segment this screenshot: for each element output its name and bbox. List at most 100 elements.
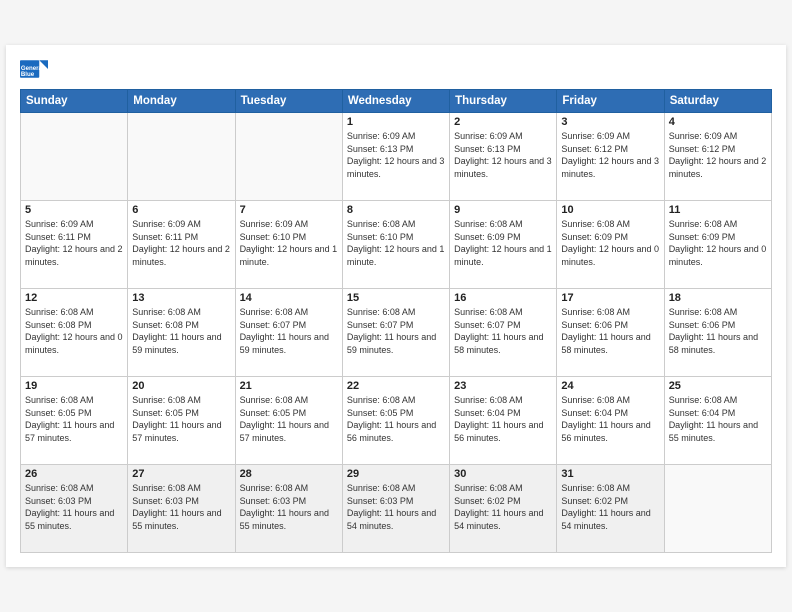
calendar-cell: 17 Sunrise: 6:08 AM Sunset: 6:06 PM Dayli… [557, 289, 664, 377]
calendar-cell: 5 Sunrise: 6:09 AM Sunset: 6:11 PM Daylig… [21, 201, 128, 289]
calendar-cell: 22 Sunrise: 6:08 AM Sunset: 6:05 PM Dayli… [342, 377, 449, 465]
calendar-container: General Blue SundayMondayTuesdayWednesda… [6, 45, 786, 567]
day-number: 30 [454, 468, 552, 480]
day-number: 29 [347, 468, 445, 480]
day-info: Sunrise: 6:08 AM Sunset: 6:03 PM Dayligh… [132, 482, 230, 532]
day-info: Sunrise: 6:08 AM Sunset: 6:03 PM Dayligh… [25, 482, 123, 532]
day-number: 5 [25, 204, 123, 216]
day-number: 19 [25, 380, 123, 392]
calendar-cell: 27 Sunrise: 6:08 AM Sunset: 6:03 PM Dayli… [128, 465, 235, 553]
day-number: 31 [561, 468, 659, 480]
day-info: Sunrise: 6:09 AM Sunset: 6:13 PM Dayligh… [347, 130, 445, 180]
day-number: 10 [561, 204, 659, 216]
day-info: Sunrise: 6:08 AM Sunset: 6:04 PM Dayligh… [454, 394, 552, 444]
weekday-header: Friday [557, 90, 664, 113]
day-number: 25 [669, 380, 767, 392]
day-info: Sunrise: 6:08 AM Sunset: 6:08 PM Dayligh… [132, 306, 230, 356]
calendar-cell: 2 Sunrise: 6:09 AM Sunset: 6:13 PM Daylig… [450, 113, 557, 201]
calendar-cell: 26 Sunrise: 6:08 AM Sunset: 6:03 PM Dayli… [21, 465, 128, 553]
day-info: Sunrise: 6:08 AM Sunset: 6:06 PM Dayligh… [669, 306, 767, 356]
calendar-cell: 12Sunrise: 6:08 AM Sunset: 6:08 PM Dayli… [21, 289, 128, 377]
calendar-cell: 30Sunrise: 6:08 AM Sunset: 6:02 PM Dayli… [450, 465, 557, 553]
calendar-cell: 6 Sunrise: 6:09 AM Sunset: 6:11 PM Daylig… [128, 201, 235, 289]
calendar-header: General Blue [20, 55, 772, 83]
day-number: 16 [454, 292, 552, 304]
day-info: Sunrise: 6:08 AM Sunset: 6:07 PM Dayligh… [454, 306, 552, 356]
calendar-cell: 20 Sunrise: 6:08 AM Sunset: 6:05 PM Dayli… [128, 377, 235, 465]
calendar-cell [235, 113, 342, 201]
day-number: 27 [132, 468, 230, 480]
calendar-cell: 4 Sunrise: 6:09 AM Sunset: 6:12 PM Daylig… [664, 113, 771, 201]
day-info: Sunrise: 6:08 AM Sunset: 6:03 PM Dayligh… [347, 482, 445, 532]
day-info: Sunrise: 6:09 AM Sunset: 6:13 PM Dayligh… [454, 130, 552, 180]
calendar-cell [664, 465, 771, 553]
calendar-cell: 11Sunrise: 6:08 AM Sunset: 6:09 PM Dayli… [664, 201, 771, 289]
day-info: Sunrise: 6:08 AM Sunset: 6:08 PM Dayligh… [25, 306, 123, 356]
calendar-cell [128, 113, 235, 201]
calendar-cell: 7 Sunrise: 6:09 AM Sunset: 6:10 PM Daylig… [235, 201, 342, 289]
weekday-header: Tuesday [235, 90, 342, 113]
calendar-cell: 29 Sunrise: 6:08 AM Sunset: 6:03 PM Dayli… [342, 465, 449, 553]
calendar-cell: 14 Sunrise: 6:08 AM Sunset: 6:07 PM Dayli… [235, 289, 342, 377]
day-number: 20 [132, 380, 230, 392]
day-number: 28 [240, 468, 338, 480]
day-number: 4 [669, 116, 767, 128]
svg-text:Blue: Blue [21, 71, 35, 78]
day-number: 15 [347, 292, 445, 304]
calendar-cell: 23 Sunrise: 6:08 AM Sunset: 6:04 PM Dayli… [450, 377, 557, 465]
calendar-cell: 1 Sunrise: 6:09 AM Sunset: 6:13 PM Daylig… [342, 113, 449, 201]
day-info: Sunrise: 6:09 AM Sunset: 6:12 PM Dayligh… [561, 130, 659, 180]
day-info: Sunrise: 6:08 AM Sunset: 6:05 PM Dayligh… [240, 394, 338, 444]
day-info: Sunrise: 6:09 AM Sunset: 6:12 PM Dayligh… [669, 130, 767, 180]
calendar-cell: 18Sunrise: 6:08 AM Sunset: 6:06 PM Dayli… [664, 289, 771, 377]
logo-icon: General Blue [20, 55, 48, 83]
day-number: 14 [240, 292, 338, 304]
day-number: 3 [561, 116, 659, 128]
day-info: Sunrise: 6:08 AM Sunset: 6:09 PM Dayligh… [669, 218, 767, 268]
day-info: Sunrise: 6:08 AM Sunset: 6:04 PM Dayligh… [669, 394, 767, 444]
day-info: Sunrise: 6:08 AM Sunset: 6:07 PM Dayligh… [347, 306, 445, 356]
day-number: 13 [132, 292, 230, 304]
day-number: 9 [454, 204, 552, 216]
day-number: 26 [25, 468, 123, 480]
day-number: 7 [240, 204, 338, 216]
calendar-cell: 31 Sunrise: 6:08 AM Sunset: 6:02 PM Dayli… [557, 465, 664, 553]
day-number: 22 [347, 380, 445, 392]
day-info: Sunrise: 6:08 AM Sunset: 6:09 PM Dayligh… [454, 218, 552, 268]
day-number: 23 [454, 380, 552, 392]
day-info: Sunrise: 6:08 AM Sunset: 6:05 PM Dayligh… [25, 394, 123, 444]
day-number: 6 [132, 204, 230, 216]
day-info: Sunrise: 6:09 AM Sunset: 6:10 PM Dayligh… [240, 218, 338, 268]
calendar-cell: 24 Sunrise: 6:08 AM Sunset: 6:04 PM Dayli… [557, 377, 664, 465]
calendar-cell: 3 Sunrise: 6:09 AM Sunset: 6:12 PM Daylig… [557, 113, 664, 201]
day-info: Sunrise: 6:08 AM Sunset: 6:02 PM Dayligh… [561, 482, 659, 532]
day-number: 21 [240, 380, 338, 392]
day-info: Sunrise: 6:09 AM Sunset: 6:11 PM Dayligh… [25, 218, 123, 268]
day-info: Sunrise: 6:08 AM Sunset: 6:10 PM Dayligh… [347, 218, 445, 268]
calendar-cell: 16 Sunrise: 6:08 AM Sunset: 6:07 PM Dayli… [450, 289, 557, 377]
logo: General Blue [20, 55, 52, 83]
day-info: Sunrise: 6:09 AM Sunset: 6:11 PM Dayligh… [132, 218, 230, 268]
calendar-cell: 19 Sunrise: 6:08 AM Sunset: 6:05 PM Dayli… [21, 377, 128, 465]
day-number: 2 [454, 116, 552, 128]
day-number: 17 [561, 292, 659, 304]
weekday-header: Monday [128, 90, 235, 113]
day-number: 8 [347, 204, 445, 216]
day-info: Sunrise: 6:08 AM Sunset: 6:04 PM Dayligh… [561, 394, 659, 444]
day-number: 24 [561, 380, 659, 392]
day-info: Sunrise: 6:08 AM Sunset: 6:06 PM Dayligh… [561, 306, 659, 356]
calendar-cell: 8 Sunrise: 6:08 AM Sunset: 6:10 PM Daylig… [342, 201, 449, 289]
day-info: Sunrise: 6:08 AM Sunset: 6:05 PM Dayligh… [347, 394, 445, 444]
day-info: Sunrise: 6:08 AM Sunset: 6:05 PM Dayligh… [132, 394, 230, 444]
day-info: Sunrise: 6:08 AM Sunset: 6:03 PM Dayligh… [240, 482, 338, 532]
day-info: Sunrise: 6:08 AM Sunset: 6:07 PM Dayligh… [240, 306, 338, 356]
day-info: Sunrise: 6:08 AM Sunset: 6:09 PM Dayligh… [561, 218, 659, 268]
calendar-cell: 25 Sunrise: 6:08 AM Sunset: 6:04 PM Dayli… [664, 377, 771, 465]
weekday-header: Wednesday [342, 90, 449, 113]
calendar-cell: 15 Sunrise: 6:08 AM Sunset: 6:07 PM Dayli… [342, 289, 449, 377]
day-number: 1 [347, 116, 445, 128]
calendar-cell [21, 113, 128, 201]
calendar-cell: 10 Sunrise: 6:08 AM Sunset: 6:09 PM Dayli… [557, 201, 664, 289]
calendar-table: SundayMondayTuesdayWednesdayThursdayFrid… [20, 89, 772, 553]
calendar-cell: 13 Sunrise: 6:08 AM Sunset: 6:08 PM Dayli… [128, 289, 235, 377]
